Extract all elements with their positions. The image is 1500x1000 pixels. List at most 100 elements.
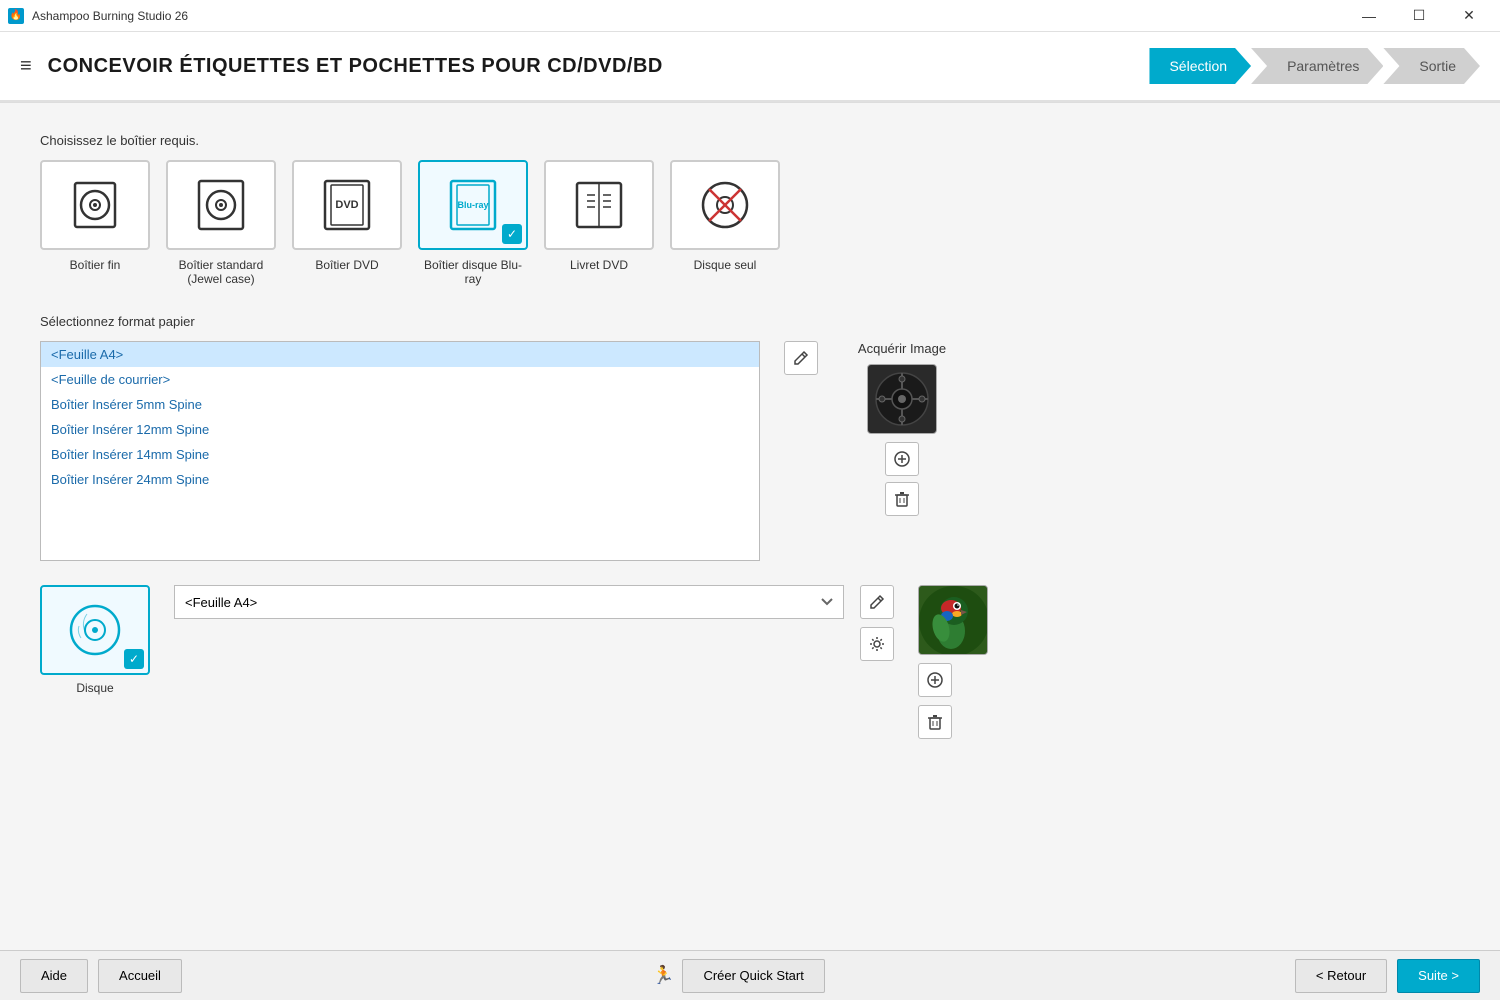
case-icon-boitier-standard [166,160,276,250]
aide-button[interactable]: Aide [20,959,88,993]
paper-format-listbox-container: <Feuille A4> <Feuille de courrier> Boîti… [40,341,760,561]
list-item[interactable]: Boîtier Insérer 5mm Spine [41,392,759,417]
case-icon-livret-dvd [544,160,654,250]
titlebar-controls: — ☐ ✕ [1346,0,1492,32]
disc-controls: <Feuille A4><Feuille de courrier>Boîtier… [174,585,894,661]
case-selector: Boîtier fin Boîtier standard (Jewel case… [40,160,1460,286]
disc-icon-buttons [860,585,894,661]
edit-format-button[interactable] [784,341,818,375]
header-left: ≡ CONCEVOIR ÉTIQUETTES ET POCHETTES POUR… [20,55,663,78]
trash-icon [928,714,942,730]
svg-text:Blu-ray: Blu-ray [457,200,488,210]
list-item[interactable]: Boîtier Insérer 12mm Spine [41,417,759,442]
pencil-icon [869,594,885,610]
retour-button[interactable]: < Retour [1295,959,1387,993]
disc-check-badge: ✓ [124,649,144,669]
case-label-boitier-standard: Boîtier standard (Jewel case) [166,258,276,286]
main-content: Choisissez le boîtier requis. Boîtier fi… [0,103,1500,950]
case-item-livret-dvd[interactable]: Livret DVD [544,160,654,286]
parrot-image [919,586,988,655]
minimize-button[interactable]: — [1346,0,1392,32]
boitier-standard-icon [191,175,251,235]
close-button[interactable]: ✕ [1446,0,1492,32]
settings-icon [869,636,885,652]
quick-start-icon: 🏃 [652,965,674,986]
footer-center: 🏃 Créer Quick Start [652,959,825,993]
disc-icon-container: ✓ Disque [40,585,150,695]
plus-icon [894,451,910,467]
list-item[interactable]: <Feuille de courrier> [41,367,759,392]
livret-dvd-icon [569,175,629,235]
paper-format-section: <Feuille A4> <Feuille de courrier> Boîti… [40,341,1460,561]
maximize-button[interactable]: ☐ [1396,0,1442,32]
menu-icon[interactable]: ≡ [20,55,32,78]
disc-format-dropdown[interactable]: <Feuille A4><Feuille de courrier>Boîtier… [174,585,844,619]
disc-image-thumbnail [918,585,988,655]
disc-icon [65,600,125,660]
app-footer: Aide Accueil 🏃 Créer Quick Start < Retou… [0,950,1500,1000]
page-title: CONCEVOIR ÉTIQUETTES ET POCHETTES POUR C… [48,55,663,78]
suite-button[interactable]: Suite > [1397,959,1480,993]
listbox-buttons [784,341,818,375]
delete-disc-image-button[interactable] [918,705,952,739]
paper-format-label: Sélectionnez format papier [40,314,1460,329]
case-label-boitier-bluray: Boîtier disque Blu-ray [418,258,528,286]
case-label-boitier-fin: Boîtier fin [70,258,121,272]
add-disc-image-button[interactable] [918,663,952,697]
wizard-step-selection[interactable]: Sélection [1149,48,1251,84]
disc-icon-box: ✓ [40,585,150,675]
boitier-bluray-icon: Blu-ray [443,175,503,235]
acquire-buttons [885,442,919,516]
pencil-icon [793,350,809,366]
footer-right: < Retour Suite > [1295,959,1480,993]
disc-dropdown-wrapper: <Feuille A4><Feuille de courrier>Boîtier… [174,585,844,619]
footer-left: Aide Accueil [20,959,182,993]
trash-icon [895,491,909,507]
selected-check-badge: ✓ [502,224,522,244]
acquire-thumbnail [867,364,937,434]
disc-label: Disque [76,681,113,695]
accueil-button[interactable]: Accueil [98,959,182,993]
app-header: ≡ CONCEVOIR ÉTIQUETTES ET POCHETTES POUR… [0,32,1500,102]
list-item[interactable]: <Feuille A4> [41,342,759,367]
wizard-steps: Sélection Paramètres Sortie [1149,48,1480,84]
case-label-disque-seul: Disque seul [694,258,757,272]
plus-circle-icon [927,672,943,688]
add-image-button[interactable] [885,442,919,476]
app-icon: 🔥 [8,8,24,24]
disque-seul-icon [695,175,755,235]
quick-start-button[interactable]: Créer Quick Start [682,959,824,993]
wizard-step-parametres[interactable]: Paramètres [1251,48,1383,84]
list-item[interactable]: Boîtier Insérer 24mm Spine [41,467,759,492]
wizard-step-sortie[interactable]: Sortie [1383,48,1480,84]
case-label-livret-dvd: Livret DVD [570,258,628,272]
boitier-fin-icon [65,175,125,235]
acquire-image-label: Acquérir Image [858,341,946,356]
film-reel-icon [874,371,930,427]
case-icon-disque-seul [670,160,780,250]
case-icon-boitier-dvd: DVD [292,160,402,250]
titlebar-left: 🔥 Ashampoo Burning Studio 26 [8,8,188,24]
delete-image-button[interactable] [885,482,919,516]
disc-section: ✓ Disque <Feuille A4><Feuille de courrie… [40,585,1460,739]
acquire-image-section: Acquérir Image [842,341,962,516]
case-item-boitier-bluray[interactable]: Blu-ray ✓ Boîtier disque Blu-ray [418,160,528,286]
boitier-dvd-icon: DVD [317,175,377,235]
case-icon-boitier-fin [40,160,150,250]
case-icon-boitier-bluray: Blu-ray ✓ [418,160,528,250]
paper-format-listbox[interactable]: <Feuille A4> <Feuille de courrier> Boîti… [40,341,760,561]
disc-image-controls [918,663,988,739]
titlebar: 🔥 Ashampoo Burning Studio 26 — ☐ ✕ [0,0,1500,32]
case-item-boitier-standard[interactable]: Boîtier standard (Jewel case) [166,160,276,286]
case-item-boitier-dvd[interactable]: DVD Boîtier DVD [292,160,402,286]
settings-disc-button[interactable] [860,627,894,661]
case-item-boitier-fin[interactable]: Boîtier fin [40,160,150,286]
case-item-disque-seul[interactable]: Disque seul [670,160,780,286]
edit-disc-button[interactable] [860,585,894,619]
app-title: Ashampoo Burning Studio 26 [32,9,188,23]
disc-image-container [918,585,988,739]
case-label-boitier-dvd: Boîtier DVD [315,258,378,272]
case-section-label: Choisissez le boîtier requis. [40,133,1460,148]
svg-text:DVD: DVD [335,199,358,211]
list-item[interactable]: Boîtier Insérer 14mm Spine [41,442,759,467]
